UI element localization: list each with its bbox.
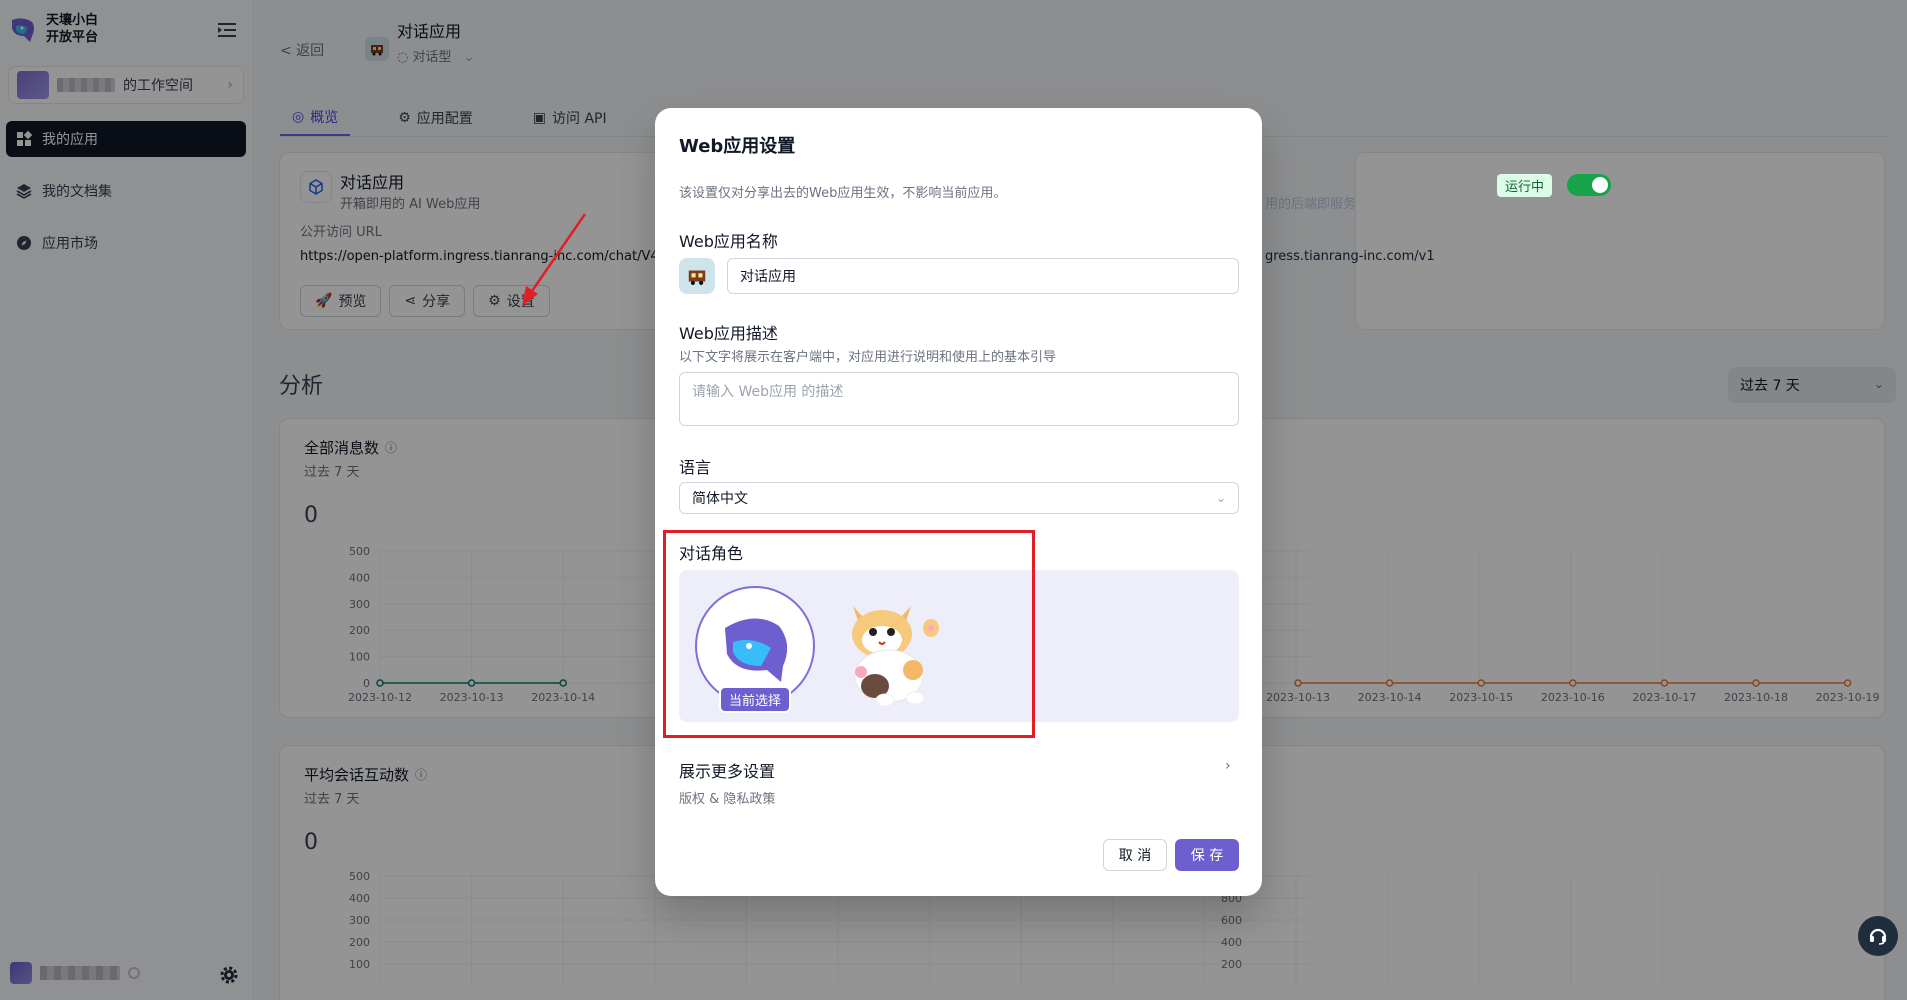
- language-label: 语言: [679, 458, 712, 477]
- save-button[interactable]: 保 存: [1175, 839, 1239, 871]
- app-desc-textarea[interactable]: 请输入 Web应用 的描述: [679, 372, 1239, 426]
- annotation-arrow: [522, 213, 587, 306]
- annotation-highlight-box: [663, 530, 1035, 738]
- modal-title: Web应用设置: [679, 136, 796, 157]
- headset-icon: [1869, 928, 1887, 945]
- service-toggle[interactable]: [1567, 174, 1611, 196]
- language-value: 简体中文: [692, 491, 748, 507]
- app-name-input[interactable]: 对话应用: [727, 258, 1239, 294]
- status-badge: 运行中: [1497, 174, 1553, 197]
- more-settings-subtitle: 版权 & 隐私政策: [679, 792, 776, 807]
- language-select[interactable]: 简体中文 ⌄: [679, 482, 1239, 514]
- chevron-down-icon: ⌄: [1215, 491, 1226, 505]
- chevron-right-icon[interactable]: ›: [1225, 758, 1231, 774]
- modal-description: 该设置仅对分享出去的Web应用生效，不影响当前应用。: [679, 186, 1007, 201]
- desc-help: 以下文字将展示在客户端中，对应用进行说明和使用上的基本引导: [679, 350, 1057, 365]
- api-card-subtitle: 用的后端即服务: [1265, 197, 1357, 212]
- app-icon-picker[interactable]: [679, 258, 715, 294]
- name-label: Web应用名称: [679, 232, 778, 251]
- more-settings-title: 展示更多设置: [679, 762, 776, 781]
- desc-label: Web应用描述: [679, 324, 778, 343]
- train-icon: [688, 270, 706, 285]
- cancel-button[interactable]: 取 消: [1103, 839, 1167, 871]
- help-button[interactable]: [1858, 916, 1898, 956]
- api-url[interactable]: gress.tianrang-inc.com/v1: [1265, 249, 1435, 264]
- web-app-settings-modal: Web应用设置 该设置仅对分享出去的Web应用生效，不影响当前应用。 Web应用…: [655, 108, 1262, 896]
- more-settings-row[interactable]: 展示更多设置 版权 & 隐私政策: [679, 758, 775, 807]
